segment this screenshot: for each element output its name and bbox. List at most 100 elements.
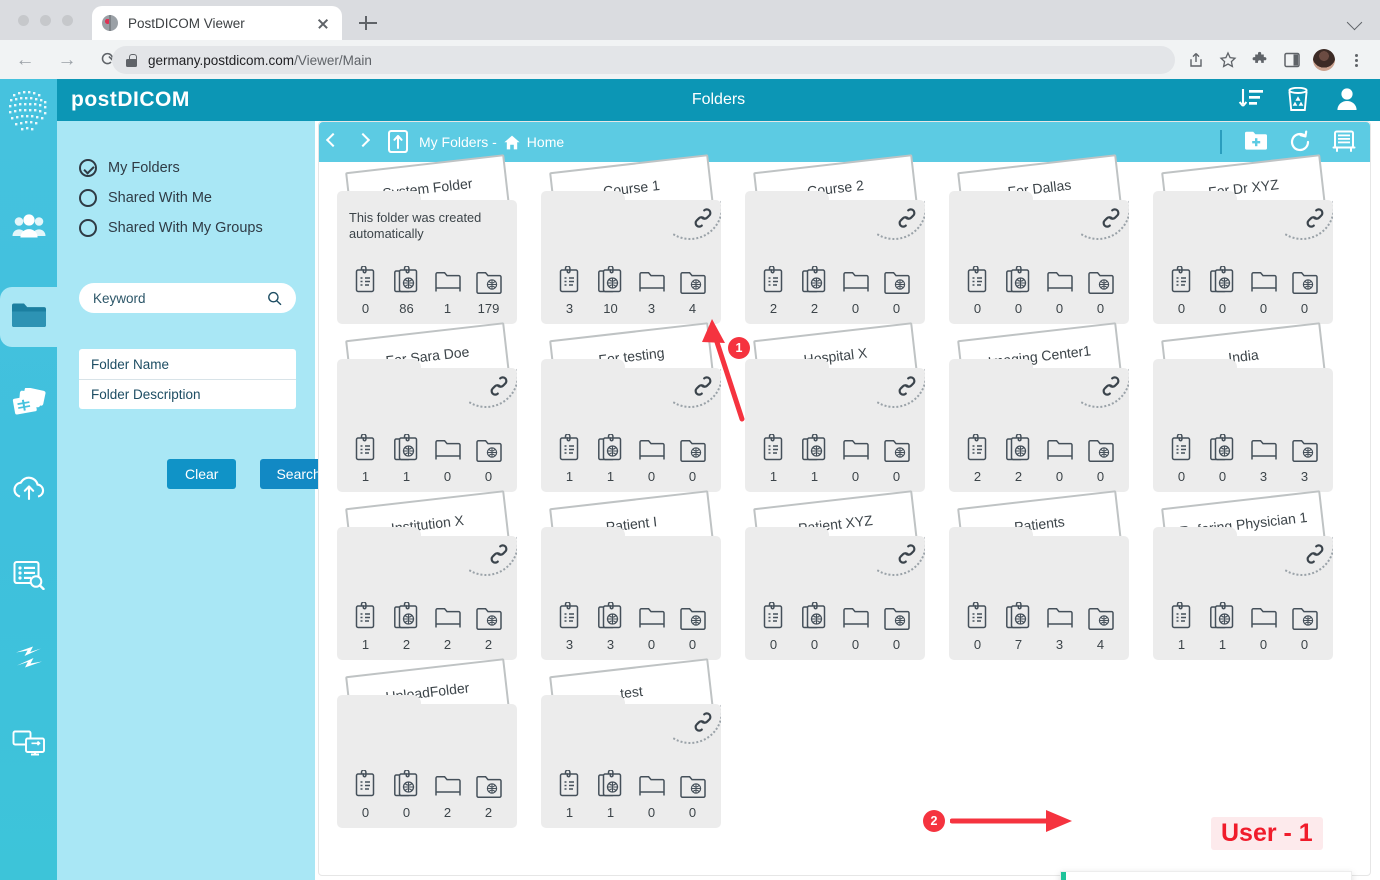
folder-stat: 0 — [1164, 434, 1200, 484]
folder-body[interactable]: 0 0 3 3 — [1153, 368, 1333, 492]
folder-body[interactable]: 0 0 2 2 — [337, 704, 517, 828]
sidebar-item-remote[interactable] — [0, 715, 57, 775]
folder-description-input[interactable]: Folder Description — [79, 379, 296, 409]
folder-card[interactable]: For testing 1 1 0 0 — [541, 340, 721, 492]
folder-stat: 0 — [1287, 270, 1323, 316]
folder-body[interactable]: 0 7 3 4 — [949, 536, 1129, 660]
folder-card[interactable]: Institution X 1 2 2 2 — [337, 508, 517, 660]
chevron-down-icon[interactable] — [1347, 15, 1363, 31]
avatar[interactable] — [1310, 46, 1338, 74]
folder-card[interactable]: Course 1 3 10 3 4 — [541, 172, 721, 324]
extensions-puzzle-icon[interactable] — [1246, 46, 1274, 74]
recycle-bin-icon[interactable] — [1287, 87, 1313, 113]
folder-card[interactable]: UploadFolder 0 0 2 2 — [337, 676, 517, 828]
sidebar-item-users[interactable] — [0, 199, 57, 259]
address-bar[interactable]: germany.postdicom.com/Viewer/Main — [112, 46, 1175, 74]
clear-button[interactable]: Clear — [167, 459, 236, 489]
folder-card[interactable]: Hospital X 1 1 0 0 — [745, 340, 925, 492]
home-icon — [504, 135, 520, 150]
folder-body[interactable]: 1 1 0 0 — [541, 368, 721, 492]
folder-body[interactable]: 1 1 0 0 — [1153, 536, 1333, 660]
window-close-dot[interactable] — [18, 15, 29, 26]
close-icon[interactable] — [314, 14, 332, 32]
refresh-icon[interactable] — [1288, 130, 1312, 154]
shared-link-icon[interactable] — [877, 200, 925, 246]
user-account-icon[interactable] — [1336, 87, 1362, 113]
window-minimize-dot[interactable] — [40, 15, 51, 26]
chevron-right-icon — [356, 133, 370, 147]
list-view-icon[interactable] — [1332, 130, 1356, 154]
folder-body[interactable]: 1 2 2 2 — [337, 536, 517, 660]
sidepanel-icon[interactable] — [1278, 46, 1306, 74]
search-icon[interactable] — [267, 291, 282, 306]
radio-shared-with-me[interactable]: Shared With Me — [79, 183, 263, 213]
folder-card[interactable]: Imaging Center1 2 2 0 0 — [949, 340, 1129, 492]
folder-stats: 0 86 1 179 — [345, 266, 509, 316]
folder-stat: 0 — [634, 438, 670, 484]
shared-link-icon[interactable] — [877, 368, 925, 414]
folder-body[interactable]: 3 3 0 0 — [541, 536, 721, 660]
folder-body[interactable]: 0 0 0 0 — [745, 536, 925, 660]
sort-icon[interactable] — [1238, 87, 1264, 113]
folder-body[interactable]: This folder was created automatically 0 … — [337, 200, 517, 324]
folder-card[interactable]: Patient XYZ 0 0 0 0 — [745, 508, 925, 660]
folder-body[interactable]: 0 0 0 0 — [1153, 200, 1333, 324]
folder-body[interactable]: 3 10 3 4 — [541, 200, 721, 324]
folder-body[interactable]: 1 1 0 0 — [541, 704, 721, 828]
shared-link-icon[interactable] — [469, 536, 517, 582]
folder-body[interactable]: 2 2 0 0 — [745, 200, 925, 324]
folder-card[interactable]: For Dallas 0 0 0 0 — [949, 172, 1129, 324]
forward-button[interactable]: → — [50, 43, 84, 77]
folder-stat-value: 1 — [607, 805, 614, 820]
folder-name-input[interactable]: Folder Name — [79, 349, 296, 379]
shared-link-icon[interactable] — [673, 200, 721, 246]
folder-body[interactable]: 1 1 0 0 — [337, 368, 517, 492]
folder-body[interactable]: 0 0 0 0 — [949, 200, 1129, 324]
series-icon — [393, 266, 421, 299]
folder-card[interactable]: For Sara Doe 1 1 0 0 — [337, 340, 517, 492]
folder-card[interactable]: test 1 1 0 0 — [541, 676, 721, 828]
folder-body[interactable]: 2 2 0 0 — [949, 368, 1129, 492]
back-button[interactable]: ← — [8, 43, 42, 77]
nav-forward-button[interactable] — [349, 122, 379, 162]
window-maximize-dot[interactable] — [62, 15, 73, 26]
radio-shared-with-my-groups[interactable]: Shared With My Groups — [79, 213, 263, 243]
new-folder-icon[interactable] — [1244, 130, 1268, 154]
folder-card[interactable]: Patients 0 7 3 4 — [949, 508, 1129, 660]
window-controls[interactable] — [18, 15, 73, 26]
sidebar-item-worklist[interactable] — [0, 547, 57, 607]
folder-stats: 0 0 0 0 — [1161, 266, 1325, 316]
folder-card[interactable]: System Folder This folder was created au… — [337, 172, 517, 324]
folder-card[interactable]: India 0 0 3 3 — [1153, 340, 1333, 492]
share-icon[interactable] — [1182, 46, 1210, 74]
folder-stat: 0 — [797, 602, 833, 652]
folder-stat: 0 — [960, 266, 996, 316]
keyword-search-input[interactable]: Keyword — [79, 283, 296, 313]
folder-card[interactable]: Refering Physician 1 1 1 0 0 — [1153, 508, 1333, 660]
breadcrumb-home[interactable]: Home — [527, 134, 564, 150]
bookmark-star-icon[interactable] — [1214, 46, 1242, 74]
folder-card[interactable]: Patient I 3 3 0 0 — [541, 508, 721, 660]
new-tab-button[interactable] — [357, 12, 379, 34]
shared-link-icon[interactable] — [1081, 368, 1129, 414]
shared-link-icon[interactable] — [673, 704, 721, 750]
folder-card[interactable]: Course 2 2 2 0 0 — [745, 172, 925, 324]
shared-link-icon[interactable] — [1081, 200, 1129, 246]
breadcrumb-path[interactable]: My Folders - — [419, 134, 497, 150]
folder-body[interactable]: 1 1 0 0 — [745, 368, 925, 492]
folder-card[interactable]: For Dr XYZ 0 0 0 0 — [1153, 172, 1333, 324]
shared-link-icon[interactable] — [469, 368, 517, 414]
radio-my-folders[interactable]: My Folders — [79, 153, 263, 183]
folder-tab — [337, 527, 421, 541]
shared-link-icon[interactable] — [1285, 536, 1333, 582]
sidebar-item-sync[interactable] — [0, 629, 57, 689]
go-up-button[interactable] — [385, 122, 411, 162]
sidebar-item-upload[interactable] — [0, 461, 57, 521]
browser-menu-icon[interactable] — [1342, 46, 1370, 74]
sidebar-item-folders[interactable] — [0, 287, 57, 347]
sidebar-item-studies[interactable] — [0, 375, 57, 435]
shared-link-icon[interactable] — [877, 536, 925, 582]
shared-link-icon[interactable] — [1285, 200, 1333, 246]
browser-tab[interactable]: PostDICOM Viewer — [92, 6, 342, 40]
nav-back-button[interactable] — [319, 122, 349, 162]
